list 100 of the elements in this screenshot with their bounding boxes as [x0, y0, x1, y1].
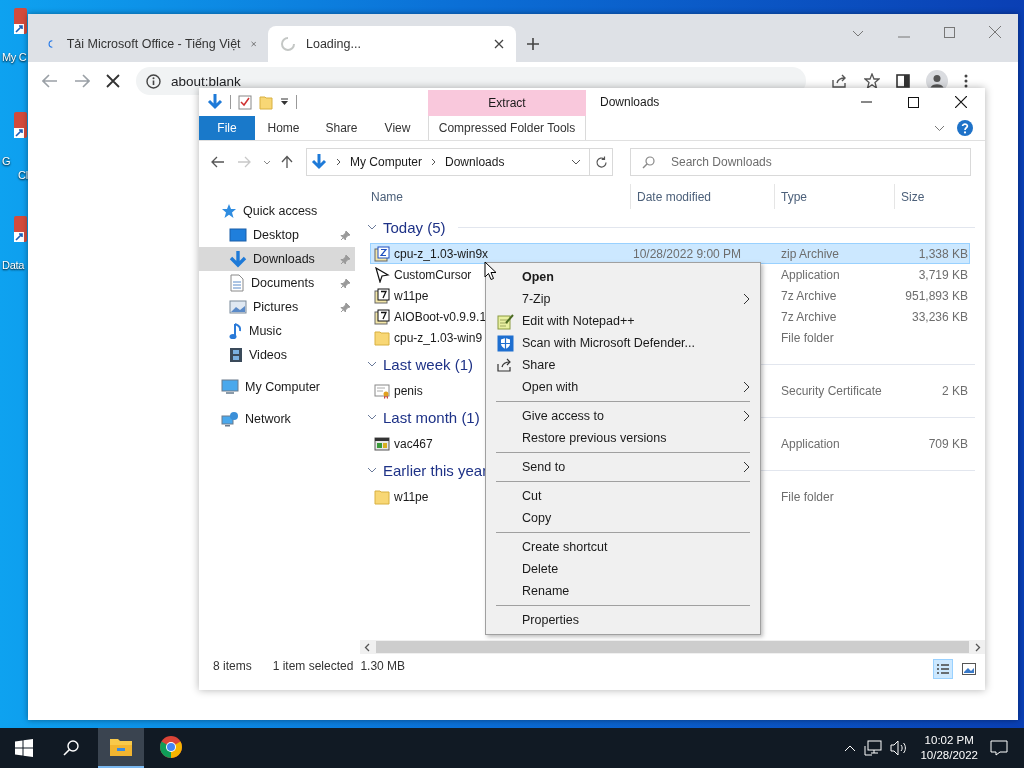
browser-tab[interactable]: Tải Microsoft Office - Tiếng Việt	[36, 26, 268, 62]
forward-icon[interactable]	[74, 74, 90, 88]
close-icon[interactable]	[494, 39, 504, 49]
chevron-icon[interactable]	[367, 222, 377, 232]
start-icon[interactable]	[15, 739, 33, 757]
breadcrumb-item[interactable]: Downloads	[445, 155, 505, 169]
share-icon[interactable]	[832, 74, 848, 88]
notepad-icon	[496, 312, 514, 330]
chevron-down-icon[interactable]	[852, 30, 864, 38]
column-header[interactable]: Date modified	[631, 184, 775, 209]
volume-icon[interactable]	[890, 740, 909, 756]
breadcrumb-item[interactable]: My Computer	[350, 155, 423, 169]
menu-item[interactable]: Give access to	[488, 405, 758, 427]
menu-item[interactable]: Rename	[488, 580, 758, 602]
navigation-item[interactable]: Downloads	[199, 247, 355, 271]
file-name[interactable]: w11pe	[394, 288, 429, 303]
column-header[interactable]: Type	[775, 184, 895, 209]
menu-item[interactable]: Open with	[488, 376, 758, 398]
notification-icon[interactable]	[990, 740, 1008, 756]
search-icon[interactable]	[63, 740, 79, 756]
file-name[interactable]: cpu-z_1.03-win9x	[394, 246, 489, 261]
navigation-item[interactable]: My Computer	[199, 375, 355, 399]
search-field[interactable]: Search Downloads	[630, 148, 971, 176]
chevron-up-icon[interactable]	[844, 744, 857, 752]
group-header[interactable]: Today (5)	[383, 218, 446, 236]
details-view-icon[interactable]	[933, 659, 953, 679]
file-name[interactable]: AIOBoot-v0.9.9.1	[394, 309, 487, 324]
shortcut-icon[interactable]	[12, 214, 27, 244]
pin-icon[interactable]	[340, 302, 351, 313]
network-icon[interactable]	[864, 740, 883, 756]
menu-item[interactable]: Properties	[488, 609, 758, 631]
navigation-item[interactable]: Network	[199, 407, 355, 431]
navigation-item[interactable]: Videos	[199, 343, 355, 367]
group-header[interactable]: Last month (1)	[383, 408, 480, 426]
shortcut-icon[interactable]	[12, 6, 27, 36]
navigation-item[interactable]: Music	[199, 319, 355, 343]
star-icon[interactable]	[864, 73, 880, 89]
chevron-icon[interactable]	[367, 412, 377, 422]
menu-item[interactable]: Restore previous versions	[488, 427, 758, 449]
chevron-icon[interactable]	[367, 465, 377, 475]
properties-icon[interactable]	[238, 94, 252, 110]
menu-item[interactable]: Send to	[488, 456, 758, 478]
help-icon[interactable]	[957, 120, 973, 136]
music-note-icon	[229, 322, 243, 340]
group-header[interactable]: Earlier this year	[383, 461, 488, 479]
scroll-right-icon[interactable]	[975, 642, 981, 652]
dropdown-icon[interactable]	[280, 98, 289, 106]
taskbar-app-button[interactable]	[98, 728, 144, 768]
pin-icon[interactable]	[340, 278, 351, 289]
file-name[interactable]: vac467	[394, 436, 433, 451]
file-name[interactable]: w11pe	[394, 489, 429, 504]
certificate-icon	[374, 382, 390, 399]
menu-icon[interactable]	[964, 74, 968, 88]
file-name[interactable]: CustomCursor	[394, 267, 472, 282]
chevron-icon[interactable]	[367, 359, 377, 369]
clock-time[interactable]: 10:02 PM	[924, 733, 974, 748]
menu-item[interactable]: Cut	[488, 485, 758, 507]
chevron-right-icon[interactable]	[431, 158, 437, 166]
recent-locations-icon[interactable]	[263, 159, 271, 165]
back-icon[interactable]	[211, 156, 225, 168]
menu-item[interactable]: Edit with Notepad++	[488, 310, 758, 332]
close-icon[interactable]	[955, 96, 967, 108]
file-name[interactable]: penis	[394, 383, 423, 398]
menu-item[interactable]: Copy	[488, 507, 758, 529]
pin-icon[interactable]	[340, 230, 351, 241]
download-icon[interactable]	[207, 93, 223, 111]
side-panel-icon[interactable]	[896, 74, 910, 88]
archive-icon	[374, 287, 390, 304]
new-tab-icon[interactable]	[526, 37, 540, 51]
menu-item[interactable]: Delete	[488, 558, 758, 580]
up-icon[interactable]	[281, 155, 293, 169]
chevron-right-icon[interactable]	[336, 158, 341, 166]
maximize-icon[interactable]	[908, 96, 919, 108]
file-row[interactable]: cpu-z_1.03-win9x 10/28/2022 9:00 PM zip Archive 1,338 KB	[370, 243, 970, 264]
menu-item[interactable]: Scan with Microsoft Defender...	[488, 332, 758, 354]
menu-item[interactable]: Share	[488, 354, 758, 376]
refresh-icon[interactable]	[594, 155, 608, 169]
expand-ribbon-icon[interactable]	[934, 124, 945, 132]
file-tab[interactable]: File	[199, 116, 255, 140]
horizontal-scrollbar[interactable]	[360, 640, 985, 654]
file-size: 3,719 KB	[918, 267, 968, 282]
column-header[interactable]: Name	[365, 184, 631, 209]
shortcut-icon[interactable]	[12, 110, 27, 140]
menu-item[interactable]: Create shortcut	[488, 536, 758, 558]
dropdown-icon[interactable]	[571, 159, 581, 165]
address-field[interactable]: My Computer Downloads	[306, 148, 613, 176]
navigation-item[interactable]: Documents	[199, 271, 355, 295]
file-name[interactable]: cpu-z_1.03-win9	[394, 330, 483, 345]
scroll-left-icon[interactable]	[364, 642, 370, 652]
column-header[interactable]: Size	[895, 184, 975, 209]
navigation-item[interactable]: Desktop	[199, 223, 355, 247]
group-header[interactable]: Last week (1)	[383, 355, 474, 373]
clock-date[interactable]: 10/28/2022	[920, 748, 978, 763]
desktop-icon-label: Cl	[17, 168, 28, 182]
navigation-item[interactable]: Pictures	[199, 295, 355, 319]
large-icons-view-icon[interactable]	[962, 663, 976, 675]
browser-tab[interactable]: Loading...	[268, 26, 516, 62]
stop-icon[interactable]	[106, 74, 120, 88]
menu-item[interactable]: 7-Zip	[488, 288, 758, 310]
navigation-item[interactable]: Quick access	[199, 199, 355, 223]
